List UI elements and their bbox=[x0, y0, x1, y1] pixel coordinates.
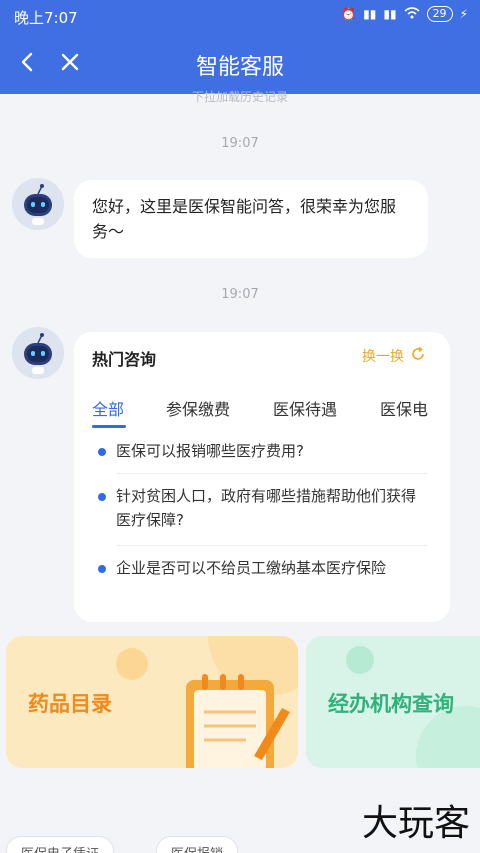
agency-query-card[interactable]: 经办机构查询 bbox=[306, 636, 480, 768]
refresh-icon bbox=[410, 346, 426, 366]
category-tabs: 全部 参保缴费 医保待遇 医保电 bbox=[92, 396, 450, 430]
greeting-text: 您好，这里是医保智能问答，很荣幸为您服务～ bbox=[92, 197, 397, 241]
question-text: 针对贫困人口，政府有哪些措施帮助他们获得医疗保障? bbox=[116, 487, 417, 529]
quick-chip-reimbursement[interactable]: 医保报销 bbox=[156, 836, 239, 853]
tab-insurance-electronic[interactable]: 医保电 bbox=[380, 396, 428, 420]
question-item[interactable]: 医保可以报销哪些医疗费用? bbox=[98, 439, 424, 463]
refresh-label: 换一换 bbox=[362, 349, 404, 365]
question-item[interactable]: 企业是否可以不给员工缴纳基本医疗保险 bbox=[98, 556, 424, 580]
hot-questions-title: 热门咨询 bbox=[92, 350, 157, 369]
wifi-icon bbox=[404, 6, 420, 22]
status-bar: 晚上7:07 ⏰ ▮▮ ▮▮ 29 ⚡ bbox=[0, 0, 480, 32]
divider bbox=[116, 473, 428, 474]
page-title: 智能客服 bbox=[195, 55, 284, 80]
tab-insurance-benefits[interactable]: 医保待遇 bbox=[273, 396, 337, 420]
watermark-logo: 大玩客 bbox=[361, 803, 470, 844]
hot-questions-card: 热门咨询 换一换 全部 参保缴费 医保待遇 医保电 医保可以报销哪些医疗费用? … bbox=[74, 332, 450, 622]
refresh-button[interactable]: 换一换 bbox=[362, 346, 426, 366]
alarm-icon: ⏰ bbox=[341, 7, 357, 21]
bullet-dot bbox=[98, 493, 106, 501]
status-time: 晚上7:07 bbox=[14, 9, 78, 27]
drug-catalog-label: 药品目录 bbox=[28, 692, 112, 716]
app-header: 智能客服 bbox=[0, 32, 480, 94]
battery-icon: 29 bbox=[426, 6, 453, 22]
signal-icon-2: ▮▮ bbox=[383, 7, 397, 21]
bot-avatar bbox=[12, 178, 64, 230]
status-icons: ⏰ ▮▮ ▮▮ 29 ⚡ bbox=[341, 6, 468, 22]
question-text: 医保可以报销哪些医疗费用? bbox=[116, 442, 304, 460]
question-item[interactable]: 针对贫困人口，政府有哪些措施帮助他们获得医疗保障? bbox=[98, 484, 424, 532]
pull-to-load-hint: 下拉加载历史记录 bbox=[191, 90, 288, 104]
question-text: 企业是否可以不给员工缴纳基本医疗保险 bbox=[116, 559, 387, 577]
bullet-dot bbox=[98, 448, 106, 456]
drug-catalog-card[interactable]: 药品目录 bbox=[6, 636, 298, 768]
tab-all[interactable]: 全部 bbox=[92, 396, 124, 420]
divider bbox=[116, 545, 428, 546]
signal-icon: ▮▮ bbox=[363, 7, 377, 21]
message-timestamp-2: 19:07 bbox=[221, 287, 259, 302]
message-timestamp: 19:07 bbox=[221, 136, 259, 151]
charging-icon: ⚡ bbox=[459, 7, 468, 21]
agency-query-label: 经办机构查询 bbox=[328, 692, 454, 716]
tab-insurance-payment[interactable]: 参保缴费 bbox=[166, 396, 230, 420]
active-tab-indicator bbox=[92, 425, 126, 428]
bot-avatar-2 bbox=[12, 327, 64, 379]
bot-greeting-bubble: 您好，这里是医保智能问答，很荣幸为您服务～ bbox=[74, 180, 428, 258]
quick-chip-e-voucher[interactable]: 医保电子凭证 bbox=[6, 836, 115, 853]
bullet-dot bbox=[98, 565, 106, 573]
